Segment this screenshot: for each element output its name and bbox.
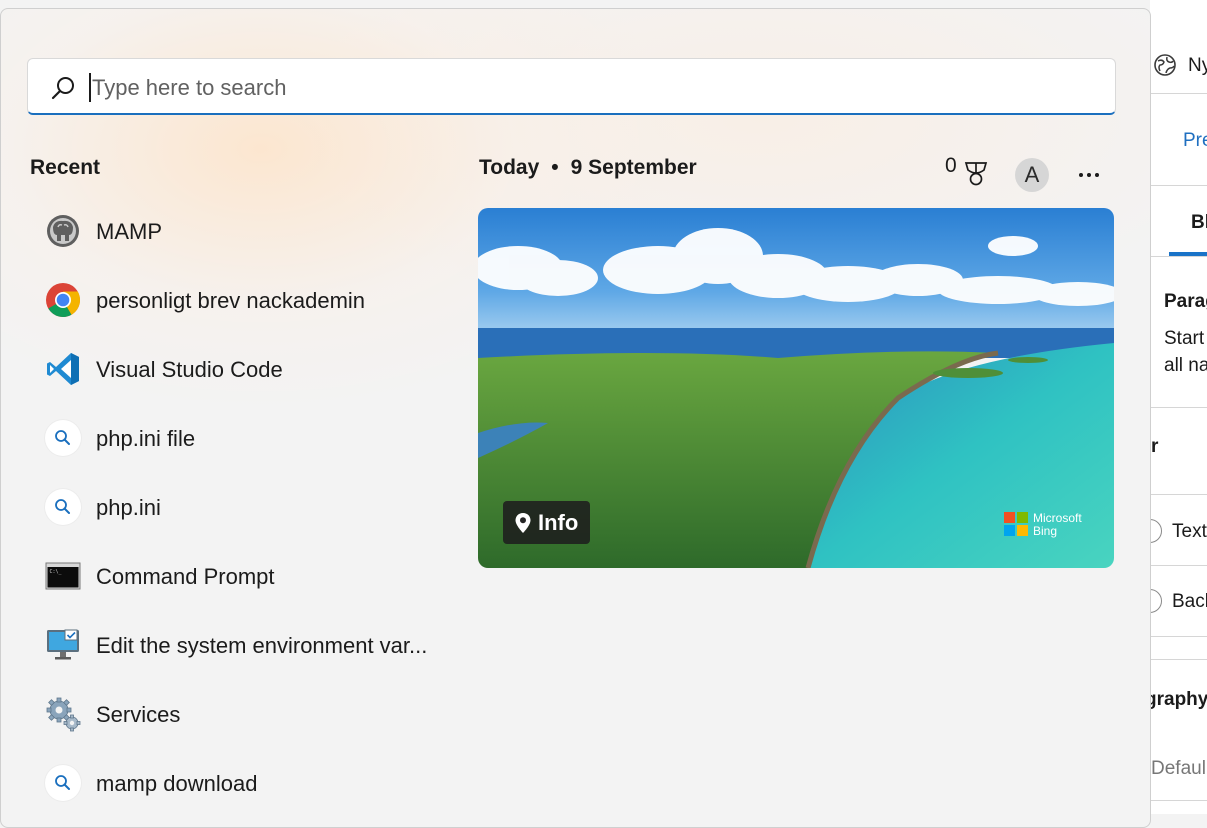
command-prompt-icon: C:\_ bbox=[45, 562, 81, 590]
recent-item-search-phpini-file[interactable]: php.ini file bbox=[41, 410, 441, 466]
recent-item-search-phpini[interactable]: php.ini bbox=[41, 479, 441, 535]
recent-item-label: Command Prompt bbox=[96, 564, 275, 589]
info-button[interactable]: Info bbox=[503, 501, 591, 544]
rewards-points[interactable]: 0 bbox=[945, 154, 957, 178]
search-icon bbox=[51, 77, 74, 100]
recent-item-label: personligt brev nackademin bbox=[96, 288, 366, 313]
recent-item-label: MAMP bbox=[96, 219, 162, 244]
recent-item-services[interactable]: Services bbox=[41, 686, 441, 742]
location-pin-icon bbox=[515, 512, 531, 533]
text-radio[interactable] bbox=[1150, 519, 1162, 543]
section-label: r bbox=[1151, 436, 1159, 457]
recent-item-mamp[interactable]: MAMP bbox=[41, 203, 441, 259]
recent-heading: Recent bbox=[30, 156, 101, 179]
start-search-panel: Recent MAMP personligt brev nackademin bbox=[0, 8, 1151, 828]
paragraph-text-2: all na bbox=[1164, 355, 1207, 376]
globe-icon[interactable] bbox=[1154, 54, 1176, 76]
microsoft-logo-icon bbox=[1004, 512, 1028, 536]
svg-text:C:\_: C:\_ bbox=[50, 569, 63, 575]
paragraph-text: Start bbox=[1164, 328, 1205, 349]
separator-dot: • bbox=[551, 156, 559, 179]
recent-item-label: Services bbox=[96, 702, 181, 727]
search-icon bbox=[45, 765, 81, 801]
microsoft-bing-logo: Microsoft Bing bbox=[1004, 510, 1094, 540]
recent-item-label: Edit the system environment var... bbox=[96, 633, 428, 658]
info-label: Info bbox=[538, 509, 579, 535]
recent-item-system-environment[interactable]: Edit the system environment var... bbox=[41, 617, 441, 673]
preview-link[interactable]: Pre bbox=[1183, 130, 1207, 152]
mamp-elephant-icon bbox=[47, 215, 79, 247]
paragraph-heading: Parag bbox=[1164, 291, 1207, 312]
recent-item-vscode[interactable]: Visual Studio Code bbox=[41, 341, 441, 397]
search-input[interactable] bbox=[90, 69, 1074, 107]
search-icon bbox=[45, 489, 81, 525]
text-option-label: Text bbox=[1172, 521, 1207, 542]
tab-new[interactable]: Ny bbox=[1188, 55, 1207, 77]
rewards-trophy-icon[interactable] bbox=[963, 161, 989, 187]
recent-item-search-mamp-download[interactable]: mamp download bbox=[41, 755, 441, 811]
recent-item-command-prompt[interactable]: C:\_ Command Prompt bbox=[41, 548, 441, 604]
background-app-window: Ny Pre Bl Parag Start all na r Text Back… bbox=[1150, 0, 1207, 814]
today-label: Today bbox=[479, 156, 540, 179]
more-options-icon[interactable] bbox=[1077, 163, 1101, 187]
recent-item-chrome-document[interactable]: personligt brev nackademin bbox=[41, 272, 441, 328]
chrome-icon bbox=[46, 283, 80, 317]
default-label[interactable]: Defaul bbox=[1151, 758, 1206, 780]
background-radio[interactable] bbox=[1150, 589, 1162, 613]
brand-line-2: Bing bbox=[1033, 524, 1058, 538]
recent-item-label: php.ini file bbox=[96, 426, 196, 451]
recent-item-label: Visual Studio Code bbox=[96, 357, 283, 382]
tab-bl[interactable]: Bl bbox=[1191, 212, 1207, 234]
recent-item-label: php.ini bbox=[96, 495, 161, 520]
today-header: Today • 9 September bbox=[479, 156, 697, 180]
brand-line-1: Microsoft bbox=[1033, 511, 1082, 525]
search-icon bbox=[45, 420, 81, 456]
avatar[interactable]: A bbox=[1015, 158, 1049, 192]
system-properties-icon bbox=[47, 629, 79, 660]
services-gears-icon bbox=[46, 697, 81, 732]
background-option-label: Back bbox=[1172, 591, 1207, 612]
today-date: 9 September bbox=[570, 156, 697, 179]
vscode-icon bbox=[47, 353, 79, 385]
recent-item-label: mamp download bbox=[96, 771, 258, 796]
search-box[interactable] bbox=[27, 58, 1116, 115]
typography-heading: graphy bbox=[1150, 689, 1207, 710]
bing-wallpaper-image[interactable]: Info Microsoft Bing bbox=[478, 208, 1114, 568]
